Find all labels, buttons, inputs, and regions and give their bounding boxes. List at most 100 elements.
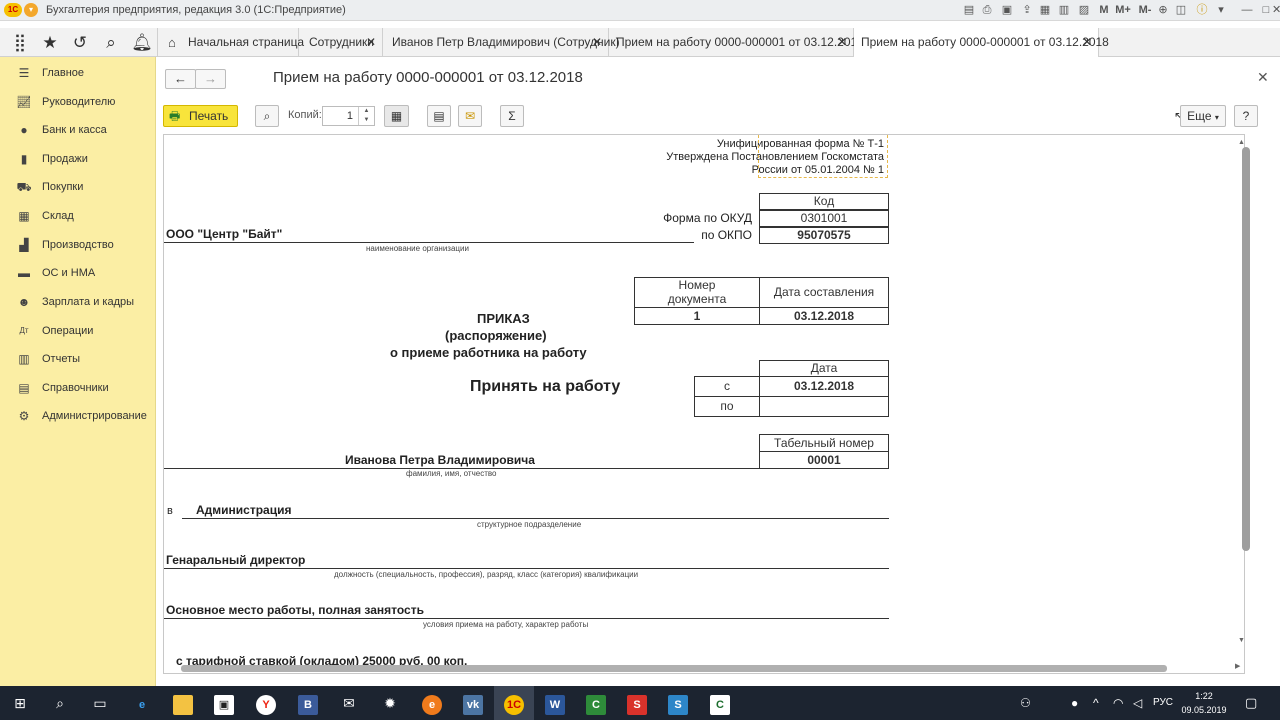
yandex-icon[interactable]: Y (246, 686, 286, 720)
calc-icon[interactable]: ▨ (1077, 3, 1091, 18)
upload-icon[interactable]: ⇪ (1020, 3, 1034, 18)
sidebar-item-catalogs[interactable]: ▤ Справочники (0, 375, 156, 401)
sidebar-item-production[interactable]: ▟ Производство (0, 232, 156, 258)
tab-home[interactable]: ⌂ Начальная страница (157, 28, 304, 57)
search-icon[interactable]: ⌕ (96, 28, 126, 57)
wifi-icon[interactable]: ◠ (1113, 696, 1123, 710)
tab-employee-card[interactable]: Иванов Петр Владимирович (Сотрудник) ✕ (383, 28, 620, 57)
sidebar-item-operations[interactable]: Дт Операции (0, 318, 156, 344)
in-label: в (167, 505, 173, 517)
tab-employees[interactable]: Сотрудники ✕ (299, 28, 383, 57)
copies-input[interactable]: 1 ▲ ▼ (322, 106, 375, 126)
windows-icon[interactable]: ⊞ (0, 686, 40, 720)
from-date-value: 03.12.2018 (759, 376, 889, 397)
apps-grid-icon[interactable]: ⣿ (5, 28, 35, 57)
sidebar-item-reports[interactable]: ▥ Отчеты (0, 346, 156, 372)
envelope-icon: ✉ (464, 109, 476, 123)
tray-icon[interactable]: ● (1071, 696, 1078, 710)
help-button[interactable]: ? (1234, 105, 1258, 127)
firefox-icon[interactable]: e (412, 686, 452, 720)
from-label: с (694, 376, 760, 397)
preview-button[interactable]: ⌕ (255, 105, 279, 127)
word-icon[interactable]: W (535, 686, 575, 720)
memory-minus-button[interactable]: M- (1136, 3, 1154, 18)
sidebar-item-assets[interactable]: ▬ ОС и НМА (0, 260, 156, 286)
favorites-star-icon[interactable]: ★ (35, 28, 65, 57)
vertical-scrollbar[interactable] (1242, 147, 1250, 551)
sidebar-item-sales[interactable]: ▮ Продажи (0, 146, 156, 172)
back-button[interactable]: ← (165, 69, 196, 89)
home-icon: ⌂ (168, 35, 176, 50)
mail-icon[interactable]: ✉ (329, 686, 369, 720)
settings-icon[interactable]: ✹ (370, 686, 410, 720)
maximize-icon[interactable]: □ (1259, 3, 1273, 18)
1c-icon[interactable]: 1С (494, 686, 534, 720)
sum-button[interactable]: Σ (500, 105, 524, 127)
sidebar-item-salary[interactable]: ☻ Зарплата и кадры (0, 289, 156, 315)
s-blue-app-icon[interactable]: S (658, 686, 698, 720)
close-window-icon[interactable]: ✕ (1272, 3, 1280, 18)
calendar-icon[interactable]: ▦ (1038, 3, 1052, 18)
sidebar-item-manager[interactable]: 📈︎ Руководителю (0, 89, 156, 115)
sheets-icon[interactable]: C (576, 686, 616, 720)
sidebar-item-warehouse[interactable]: ▦ Склад (0, 203, 156, 229)
minimize-icon[interactable]: — (1240, 3, 1254, 18)
print-icon[interactable]: ⎙ (980, 3, 994, 18)
task-view-icon[interactable]: ▭ (80, 686, 120, 720)
tab-close-icon[interactable]: ✕ (592, 28, 602, 57)
to-date-value (759, 396, 889, 417)
tabnum-header: Табельный номер (759, 434, 889, 452)
explorer-icon[interactable]: . (163, 686, 203, 720)
s-red-app-icon[interactable]: S (617, 686, 657, 720)
sidebar-item-purchases[interactable]: ⛟︎ Покупки (0, 174, 156, 200)
vk-icon[interactable]: vk (453, 686, 493, 720)
email-button[interactable]: ✉ (458, 105, 482, 127)
dropdown-icon[interactable]: ▾ (1214, 3, 1228, 18)
close-document-icon[interactable]: ✕ (1257, 69, 1269, 86)
hire-title: Принять на работу (470, 378, 621, 395)
horizontal-scrollbar[interactable] (181, 665, 1167, 672)
zoom-icon[interactable]: ⊕ (1156, 3, 1170, 18)
tab-hire-document[interactable]: Прием на работу 0000-000001 от 03.12.201… (609, 28, 864, 57)
store-icon[interactable]: ▣ (204, 686, 244, 720)
main-menu-icon[interactable]: ▾ (24, 3, 38, 17)
scroll-up-arrow[interactable]: ▲ (1238, 139, 1245, 146)
chevron-up-icon[interactable]: ^ (1093, 696, 1099, 710)
search-icon[interactable]: ⌕ (40, 686, 80, 720)
language-indicator[interactable]: РУС (1153, 697, 1173, 708)
print-button[interactable]: 🖶︎ Печать (163, 105, 238, 127)
spreadsheet-icon[interactable]: C (700, 686, 740, 720)
sidebar-item-main[interactable]: ☰ Главное (0, 60, 156, 86)
sidebar-item-bank[interactable]: ● Банк и касса (0, 117, 156, 143)
sidebar-toggle-icon[interactable]: ◫ (1174, 3, 1188, 18)
tab-hire-print[interactable]: Прием на работу 0000-000001 от 03.12.201… (854, 28, 1109, 58)
edge-icon[interactable]: e (122, 686, 162, 720)
tab-close-icon[interactable]: ✕ (1082, 28, 1092, 57)
volume-icon[interactable]: ◁ (1133, 696, 1142, 710)
preview-icon[interactable]: ▣ (1000, 3, 1014, 18)
save-icon[interactable]: ▤ (962, 3, 976, 18)
save-button[interactable]: ▤ (427, 105, 451, 127)
more-button[interactable]: Еще ▾ (1180, 105, 1226, 127)
table-icon[interactable]: ▥ (1057, 3, 1071, 18)
notifications-bell-icon[interactable]: 🔔︎ (127, 28, 157, 57)
sidebar: ☰ Главное 📈︎ Руководителю ● Банк и касса ▮ П… (0, 57, 156, 686)
copies-spinner[interactable]: ▲ ▼ (358, 107, 374, 125)
clock-time: 1:22 (1195, 691, 1213, 701)
taskbar-clock[interactable]: 1:22 09.05.2019 (1178, 689, 1230, 717)
forward-button[interactable]: → (195, 69, 226, 89)
scroll-right-arrow[interactable]: ▶ (1235, 662, 1240, 670)
edit-mode-button[interactable]: ▦ (384, 105, 409, 127)
sidebar-item-admin[interactable]: ⚙ Администрирование (0, 403, 156, 429)
history-icon[interactable]: ↺ (65, 28, 95, 57)
tab-close-icon[interactable]: ✕ (366, 28, 376, 57)
b-app-icon[interactable]: B (288, 686, 328, 720)
people-tray-icon[interactable]: ⚇ (1020, 696, 1031, 710)
print-form-sheet: Унифицированная форма № Т-1 Утверждена П… (163, 134, 1245, 674)
info-icon[interactable]: ⓘ (1195, 3, 1209, 18)
tab-close-icon[interactable]: ✕ (837, 28, 847, 57)
action-center-icon[interactable]: ▢ (1245, 695, 1257, 711)
memory-m-button[interactable]: M (1097, 3, 1111, 18)
memory-plus-button[interactable]: M+ (1114, 3, 1132, 18)
scroll-down-arrow[interactable]: ▼ (1238, 637, 1245, 644)
